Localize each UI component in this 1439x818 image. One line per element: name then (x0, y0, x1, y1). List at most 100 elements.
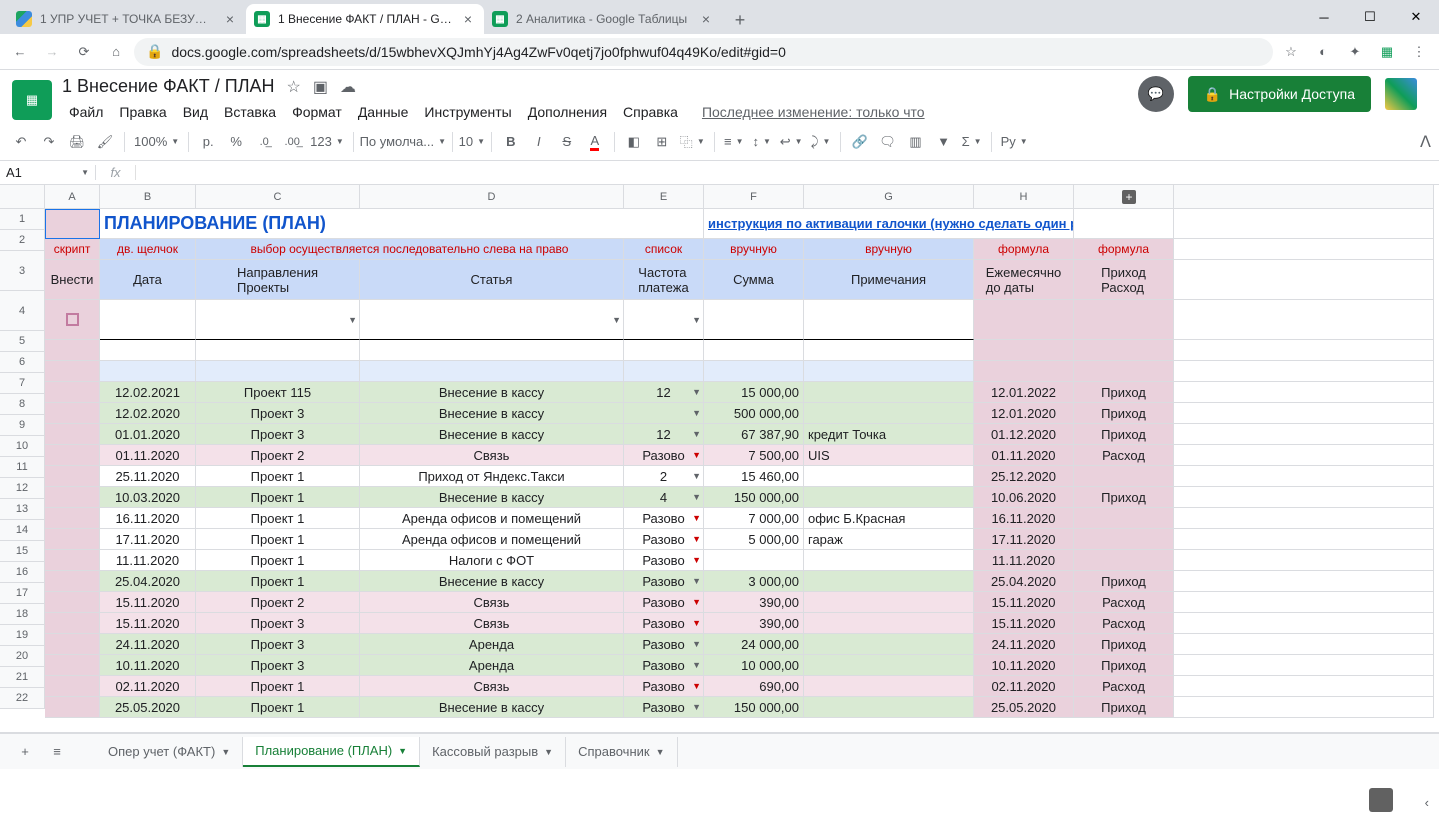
merge-icon[interactable]: ⿻ (677, 129, 708, 155)
cell[interactable] (45, 508, 100, 529)
cell[interactable]: Приход от Яндекс.Такси (360, 466, 624, 487)
bookmark-icon[interactable]: ☆ (1277, 38, 1305, 66)
cell[interactable]: 11.11.2020 (974, 550, 1074, 571)
cell[interactable]: гараж (804, 529, 974, 550)
cell[interactable]: ▼ (360, 300, 624, 340)
cell[interactable] (1074, 300, 1174, 340)
cell[interactable]: Разово▼ (624, 613, 704, 634)
row-header[interactable]: 16 (0, 562, 45, 583)
cell[interactable] (100, 340, 196, 361)
cell[interactable] (1174, 508, 1434, 529)
cell[interactable] (45, 550, 100, 571)
cell[interactable]: 7 500,00 (704, 445, 804, 466)
undo-icon[interactable]: ↶ (8, 129, 34, 155)
cell[interactable]: 15.11.2020 (974, 613, 1074, 634)
doc-title[interactable]: 1 Внесение ФАКТ / ПЛАН (62, 76, 275, 97)
close-tab-icon[interactable]: × (222, 11, 238, 27)
cell[interactable]: 01.11.2020 (974, 445, 1074, 466)
fontsize-select[interactable]: 10 (459, 129, 485, 155)
cell[interactable] (704, 340, 804, 361)
cell[interactable]: 17.11.2020 (100, 529, 196, 550)
cell[interactable]: 690,00 (704, 676, 804, 697)
cell[interactable] (704, 550, 804, 571)
cell[interactable]: 12.02.2021 (100, 382, 196, 403)
cell[interactable]: Проект 115 (196, 382, 360, 403)
format-dec-more[interactable]: .00̲ (279, 129, 305, 155)
cell[interactable] (100, 300, 196, 340)
bold-icon[interactable]: B (498, 129, 524, 155)
share-button[interactable]: 🔒 Настройки Доступа (1188, 76, 1371, 112)
cell[interactable]: 16.11.2020 (974, 508, 1074, 529)
row-header[interactable]: 9 (0, 415, 45, 436)
cell[interactable] (1174, 655, 1434, 676)
cell[interactable]: Внесение в кассу (360, 424, 624, 445)
cell[interactable]: 5 000,00 (704, 529, 804, 550)
cell[interactable]: Проект 1 (196, 571, 360, 592)
zoom-select[interactable]: 100% (131, 129, 182, 155)
cell[interactable] (45, 424, 100, 445)
cell[interactable]: Сумма (704, 260, 804, 300)
cell[interactable]: Проект 1 (196, 508, 360, 529)
close-button[interactable]: ✕ (1393, 0, 1439, 34)
cell[interactable]: Приход (1074, 634, 1174, 655)
cell[interactable] (1174, 300, 1434, 340)
cell[interactable]: 12.02.2020 (100, 403, 196, 424)
cell[interactable] (1174, 239, 1434, 260)
paint-format-icon[interactable]: 🖌 (92, 129, 118, 155)
row-headers[interactable]: 12345678910111213141516171819202122 (0, 209, 45, 709)
cell[interactable]: 10.06.2020 (974, 487, 1074, 508)
cell[interactable]: Проект 1 (196, 676, 360, 697)
row-header[interactable]: 7 (0, 373, 45, 394)
cell[interactable]: ПЛАНИРОВАНИЕ (ПЛАН) (100, 209, 704, 239)
cell[interactable]: 01.12.2020 (974, 424, 1074, 445)
cell[interactable]: 15 000,00 (704, 382, 804, 403)
cell[interactable]: Внести (45, 260, 100, 300)
nav-forward-icon[interactable]: → (38, 38, 66, 66)
row-header[interactable]: 5 (0, 331, 45, 352)
col-header[interactable]: B (100, 185, 196, 209)
cell[interactable]: Внесение в кассу (360, 571, 624, 592)
comment-icon[interactable]: 🗨 (875, 129, 901, 155)
cell[interactable]: Внесение в кассу (360, 382, 624, 403)
wrap-icon[interactable]: ↩ (777, 129, 806, 155)
cell[interactable]: 7 000,00 (704, 508, 804, 529)
cell[interactable]: Проект 3 (196, 655, 360, 676)
cloud-icon[interactable]: ☁ (340, 77, 356, 97)
last-edit-link[interactable]: Последнее изменение: только что (695, 101, 932, 123)
cell[interactable]: офис Б.Красная (804, 508, 974, 529)
cell[interactable] (45, 340, 100, 361)
cell[interactable]: Приход (1074, 424, 1174, 445)
cell[interactable]: Приход (1074, 382, 1174, 403)
sheet-tab[interactable]: Справочник▼ (566, 737, 677, 767)
cell[interactable]: 12.01.2022 (974, 382, 1074, 403)
menu-tools[interactable]: Инструменты (417, 101, 518, 123)
cell[interactable]: 15.11.2020 (100, 613, 196, 634)
cell[interactable]: 10.03.2020 (100, 487, 196, 508)
cell[interactable] (974, 361, 1074, 382)
spreadsheet-grid[interactable]: + ABCDEFGHI 1234567891011121314151617181… (0, 185, 1439, 733)
cell[interactable]: Приход (1074, 655, 1174, 676)
halign-icon[interactable]: ≡ (721, 129, 747, 155)
cell[interactable]: Проект 1 (196, 529, 360, 550)
col-header[interactable]: A (45, 185, 100, 209)
cell[interactable] (1074, 529, 1174, 550)
close-tab-icon[interactable]: × (460, 11, 476, 27)
browser-tab[interactable]: 1 УПР УЧЕТ + ТОЧКА БЕЗУБЫТ × (8, 4, 246, 34)
cell[interactable]: Разово▼ (624, 445, 704, 466)
cell[interactable]: 10 000,00 (704, 655, 804, 676)
sheet-tab[interactable]: Кассовый разрыв▼ (420, 737, 566, 767)
cell[interactable] (1174, 592, 1434, 613)
cell[interactable]: 25.05.2020 (974, 697, 1074, 718)
row-header[interactable]: 14 (0, 520, 45, 541)
row-header[interactable]: 4 (0, 291, 45, 331)
cell[interactable]: Разово▼ (624, 655, 704, 676)
cell[interactable]: Проект 1 (196, 550, 360, 571)
cell[interactable] (45, 592, 100, 613)
cell[interactable] (45, 676, 100, 697)
all-sheets-icon[interactable]: ≡ (42, 737, 72, 767)
cell[interactable]: Проект 3 (196, 634, 360, 655)
cell[interactable]: Связь (360, 445, 624, 466)
app-ext-icon[interactable]: ▦ (1373, 38, 1401, 66)
add-column-icon[interactable]: + (1122, 190, 1136, 204)
col-header[interactable]: D (360, 185, 624, 209)
